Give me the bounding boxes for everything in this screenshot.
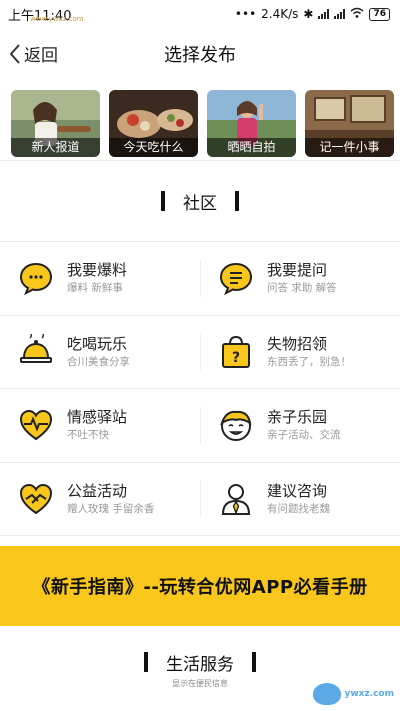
status-right: ••• 2.4K/s ✱ 76 [235,7,390,21]
back-label: 返回 [24,46,58,66]
network-speed: 2.4K/s [261,7,299,21]
item-desc: 有问题找老魏 [267,502,330,515]
item-qinggan[interactable]: 情感驿站 不吐不快 [0,389,200,462]
wifi-icon [350,7,364,21]
life-services-subtitle: 显示在便民信息 [172,678,228,688]
item-jianyi[interactable]: 建议咨询 有问题找老魏 [200,463,400,536]
item-name: 公益活动 [67,481,128,500]
logo-mark-icon [313,683,342,705]
item-name: 我要爆料 [67,261,128,280]
signal-icon [318,9,330,19]
signal-icon-2 [334,9,346,19]
item-name: 吃喝玩乐 [67,334,128,353]
site-logo: ywxz.com [313,683,394,705]
item-name: 情感驿站 [67,408,128,427]
item-chihe[interactable]: 吃喝玩乐 合川美食分享 [0,316,200,389]
question-bubble-icon [219,263,253,296]
advisor-person-icon [221,483,251,515]
heading-bar-right [235,191,239,211]
item-desc: 赠人玫瑰 手留余香 [67,502,155,515]
status-bar: 上午11:40 ••• 2.4K/s ✱ 76 [0,0,400,28]
item-qinzi[interactable]: 亲子乐园 亲子活动、交流 [200,389,400,462]
item-desc: 合川美食分享 [67,355,130,368]
child-face-icon [220,411,252,442]
item-desc: 东西丢了，别急！ [267,355,351,368]
item-gongyi[interactable]: 公益活动 赠人玫瑰 手留余香 [0,463,200,536]
watermark: www.ywxz.com [30,15,84,23]
battery-icon: 76 [369,7,390,21]
item-name: 我要提问 [267,261,328,280]
tile-selfie[interactable]: 晒晒自拍 [207,90,296,157]
item-name: 建议咨询 [267,481,328,500]
tile-new-member[interactable]: 新人报道 [11,90,100,157]
page-title: 选择发布 [164,45,236,66]
item-desc: 不吐不快 [67,429,109,442]
life-services-title: 生活服务 [166,654,234,675]
item-desc: 爆料 新鲜事 [67,282,123,295]
item-desc: 问答 求助 解答 [267,282,337,295]
food-cloche-icon [20,333,52,363]
lost-bag-icon: ? [222,335,250,368]
topic-tiles: 新人报道 今天吃什么 晒晒自拍 记一件小事 [0,80,400,160]
community-title: 社区 [183,193,217,214]
tile-food[interactable]: 今天吃什么 [109,90,198,157]
item-name: 亲子乐园 [267,408,328,427]
community-grid: 我要爆料 爆料 新鲜事 我要提问 问答 求助 解答 吃喝玩乐 合川美食分享 ? … [0,241,400,536]
tile-label: 记一件小事 [305,138,394,157]
item-shiwu[interactable]: ? 失物招领 东西丢了，别急！ [200,316,400,389]
heart-pulse-icon [19,410,53,441]
grid-row: 情感驿站 不吐不快 亲子乐园 亲子活动、交流 [0,389,400,463]
tile-label: 今天吃什么 [109,138,198,157]
community-heading: 社区 [0,161,400,241]
svg-text:?: ? [232,350,240,366]
charity-heart-icon [19,483,53,514]
newbie-guide-banner[interactable]: 《新手指南》--玩转合优网APP必看手册 [0,546,400,626]
tile-small-things[interactable]: 记一件小事 [305,90,394,157]
tile-label: 新人报道 [11,138,100,157]
back-button[interactable]: 返回 [8,41,58,66]
logo-text: ywxz.com [344,689,394,699]
chevron-left-icon [9,43,20,64]
grid-row: 吃喝玩乐 合川美食分享 ? 失物招领 东西丢了，别急！ [0,316,400,389]
dots-icon: ••• [234,7,257,21]
item-baoliao[interactable]: 我要爆料 爆料 新鲜事 [0,242,200,315]
grid-row: 我要爆料 爆料 新鲜事 我要提问 问答 求助 解答 [0,242,400,316]
item-desc: 亲子活动、交流 [267,429,341,442]
bluetooth-icon: ✱ [303,7,314,21]
header: 返回 选择发布 [0,28,400,80]
heading-bar-left [161,191,165,211]
grid-row: 公益活动 赠人玫瑰 手留余香 建议咨询 有问题找老魏 [0,463,400,536]
item-name: 失物招领 [267,334,328,353]
tile-label: 晒晒自拍 [207,138,296,157]
heading-bar-left [144,652,148,672]
item-tiwen[interactable]: 我要提问 问答 求助 解答 [200,242,400,315]
chat-bubble-icon [19,263,53,296]
heading-bar-right [252,652,256,672]
